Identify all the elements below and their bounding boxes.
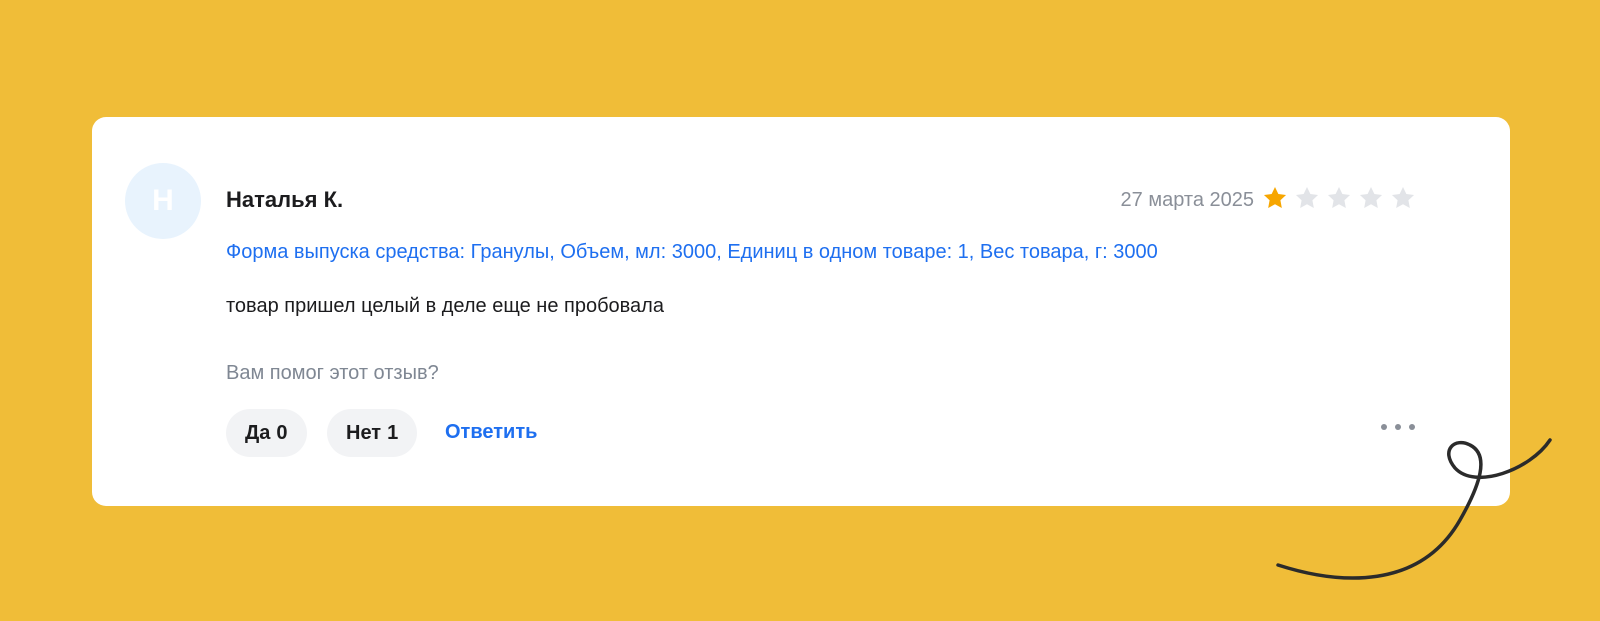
rating-stars: [1262, 185, 1416, 211]
helpful-no-count: 1: [387, 421, 399, 444]
review-author: Наталья К.: [226, 187, 344, 212]
star-empty-icon: [1391, 186, 1415, 208]
dot: [1409, 424, 1415, 430]
helpful-yes-count: 0: [276, 421, 288, 444]
dot: [1395, 424, 1401, 430]
reply-button[interactable]: Ответить: [445, 421, 537, 444]
dot: [1381, 424, 1387, 430]
helpful-no-button[interactable]: Нет 1: [327, 409, 418, 457]
helpful-no-label: Нет: [346, 421, 382, 444]
helpful-question: Вам помог этот отзыв?: [226, 362, 439, 384]
star-empty-icon: [1327, 186, 1351, 208]
star-filled-icon: [1263, 186, 1287, 208]
review-date: 27 марта 2025: [1120, 189, 1254, 211]
review-text: товар пришел целый в деле еще не пробова…: [226, 295, 664, 317]
star-empty-icon: [1359, 186, 1383, 208]
review-card: Н Наталья К. 27 марта 2025 Форма выпуска…: [92, 117, 1510, 506]
helpful-yes-button[interactable]: Да 0: [226, 409, 307, 457]
product-variant-link[interactable]: Форма выпуска средства: Гранулы, Объем, …: [226, 241, 1158, 264]
avatar: Н: [125, 163, 201, 239]
helpful-yes-label: Да: [245, 421, 271, 444]
more-dots-icon[interactable]: [1381, 417, 1415, 437]
star-empty-icon: [1295, 186, 1319, 208]
